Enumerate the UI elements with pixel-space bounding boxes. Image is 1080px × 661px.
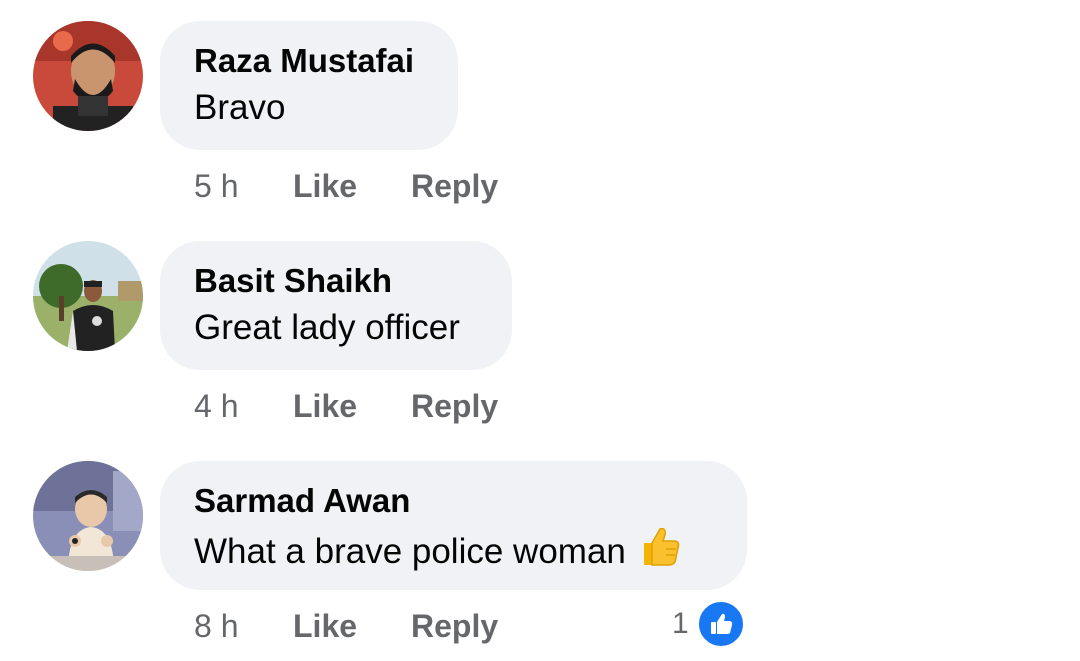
reply-button[interactable]: Reply xyxy=(411,608,498,645)
like-button[interactable]: Like xyxy=(293,608,357,645)
thumbs-up-emoji-icon xyxy=(640,525,680,579)
comment-time[interactable]: 8 h xyxy=(194,608,238,645)
avatar[interactable] xyxy=(33,461,143,571)
reaction-count: 1 xyxy=(672,607,689,640)
reaction-summary[interactable]: 1 xyxy=(672,600,745,648)
like-reaction-icon xyxy=(696,600,745,648)
comment-text: What a brave police woman xyxy=(194,525,713,579)
comment-item: Sarmad Awan What a brave police woman 8 … xyxy=(0,0,1080,661)
comment-text-content: What a brave police woman xyxy=(194,532,626,571)
comment-bubble: Sarmad Awan What a brave police woman xyxy=(160,461,747,590)
avatar-baby-icon xyxy=(33,461,143,571)
comment-author[interactable]: Sarmad Awan xyxy=(194,481,713,521)
